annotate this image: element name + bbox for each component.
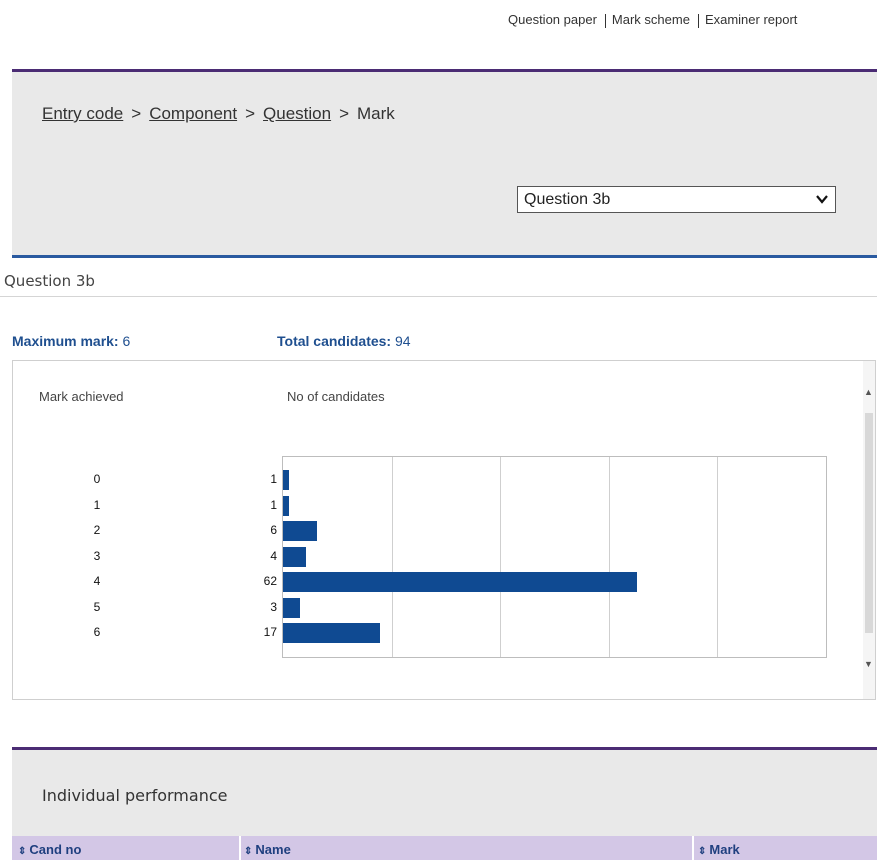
gridline xyxy=(500,457,501,657)
chart-plot-area xyxy=(282,456,827,658)
breadcrumb-mark: Mark xyxy=(357,104,395,123)
gridline xyxy=(609,457,610,657)
candidates-header: No of candidates xyxy=(287,389,385,404)
mark-value-label: 5 xyxy=(93,599,101,614)
chart-bar xyxy=(283,546,306,567)
mark-value-label: 3 xyxy=(93,548,101,563)
candidate-count-label: 4 xyxy=(270,548,277,563)
scrollbar-thumb[interactable] xyxy=(865,413,873,633)
breadcrumb-separator: > xyxy=(339,104,350,123)
chart-bar xyxy=(283,521,318,541)
question-heading: Question 3b xyxy=(4,272,95,290)
mark-distribution-chart: Mark achieved No of candidates ▲ ▼ 0 1 1 1 2… xyxy=(12,360,876,700)
gridline xyxy=(717,457,718,657)
total-candidates-label: Total candidates: xyxy=(277,333,392,349)
chevron-down-icon xyxy=(816,195,828,204)
mark-scheme-link[interactable]: Mark scheme xyxy=(612,12,690,27)
document-links: Question paper Mark scheme Examiner report xyxy=(508,8,868,31)
divider xyxy=(0,296,877,297)
total-candidates-stat: Total candidates: 94 xyxy=(277,333,411,349)
maximum-mark-value: 6 xyxy=(122,333,131,349)
chart-bar xyxy=(283,597,301,618)
examiner-report-link[interactable]: Examiner report xyxy=(705,12,797,27)
breadcrumb-entry-code[interactable]: Entry code xyxy=(42,104,123,123)
candidate-count-label: 1 xyxy=(270,472,277,486)
chart-bar xyxy=(283,572,638,592)
sort-icon: ⇕ xyxy=(698,846,707,857)
question-paper-link[interactable]: Question paper xyxy=(508,12,597,27)
question-select[interactable]: Question 3b xyxy=(517,186,836,213)
candidate-count-label: 1 xyxy=(270,497,277,512)
column-mark[interactable]: ⇕ Mark xyxy=(698,842,740,857)
column-cand-no[interactable]: ⇕ Cand no xyxy=(18,842,81,857)
column-divider xyxy=(239,836,241,860)
mark-value-label: 2 xyxy=(93,523,101,537)
chart-scrollbar[interactable]: ▲ ▼ xyxy=(863,361,875,699)
chart-bar xyxy=(283,623,381,643)
link-divider xyxy=(604,13,606,28)
mark-achieved-header: Mark achieved xyxy=(39,389,124,404)
candidate-count-label: 6 xyxy=(270,523,277,537)
candidate-count-label: 3 xyxy=(270,599,277,614)
scroll-up-icon[interactable]: ▲ xyxy=(864,387,873,397)
mark-value-label: 1 xyxy=(93,497,101,512)
gridline xyxy=(392,457,393,657)
question-select-value: Question 3b xyxy=(524,191,611,208)
sort-icon: ⇕ xyxy=(18,846,27,857)
breadcrumb-separator: > xyxy=(131,104,142,123)
link-divider xyxy=(697,13,699,28)
table-header: ⇕ Cand no ⇕ Name ⇕ Mark xyxy=(12,836,877,860)
scroll-down-icon[interactable]: ▼ xyxy=(864,659,873,669)
candidate-count-label: 62 xyxy=(263,574,277,588)
filter-panel: Entry code > Component > Question > Mark Quest… xyxy=(12,69,877,258)
sort-icon: ⇕ xyxy=(244,846,253,857)
mark-value-label: 4 xyxy=(93,574,101,588)
chart-bar xyxy=(283,470,289,490)
maximum-mark-label: Maximum mark: xyxy=(12,333,119,349)
breadcrumb-separator: > xyxy=(245,104,256,123)
candidate-count-label: 17 xyxy=(263,625,277,639)
mark-value-label: 6 xyxy=(93,625,101,639)
breadcrumb: Entry code > Component > Question > Mark xyxy=(42,104,395,124)
individual-performance-panel: Individual performance ⇕ Cand no ⇕ Name ⇕ M… xyxy=(12,747,877,860)
breadcrumb-component[interactable]: Component xyxy=(149,104,237,123)
individual-performance-title: Individual performance xyxy=(42,786,228,805)
chart-bar xyxy=(283,495,289,516)
column-name[interactable]: ⇕ Name xyxy=(244,842,291,857)
mark-value-label: 0 xyxy=(93,472,101,486)
breadcrumb-question[interactable]: Question xyxy=(263,104,331,123)
maximum-mark-stat: Maximum mark: 6 xyxy=(12,333,130,349)
column-divider xyxy=(692,836,694,860)
total-candidates-value: 94 xyxy=(394,333,411,349)
